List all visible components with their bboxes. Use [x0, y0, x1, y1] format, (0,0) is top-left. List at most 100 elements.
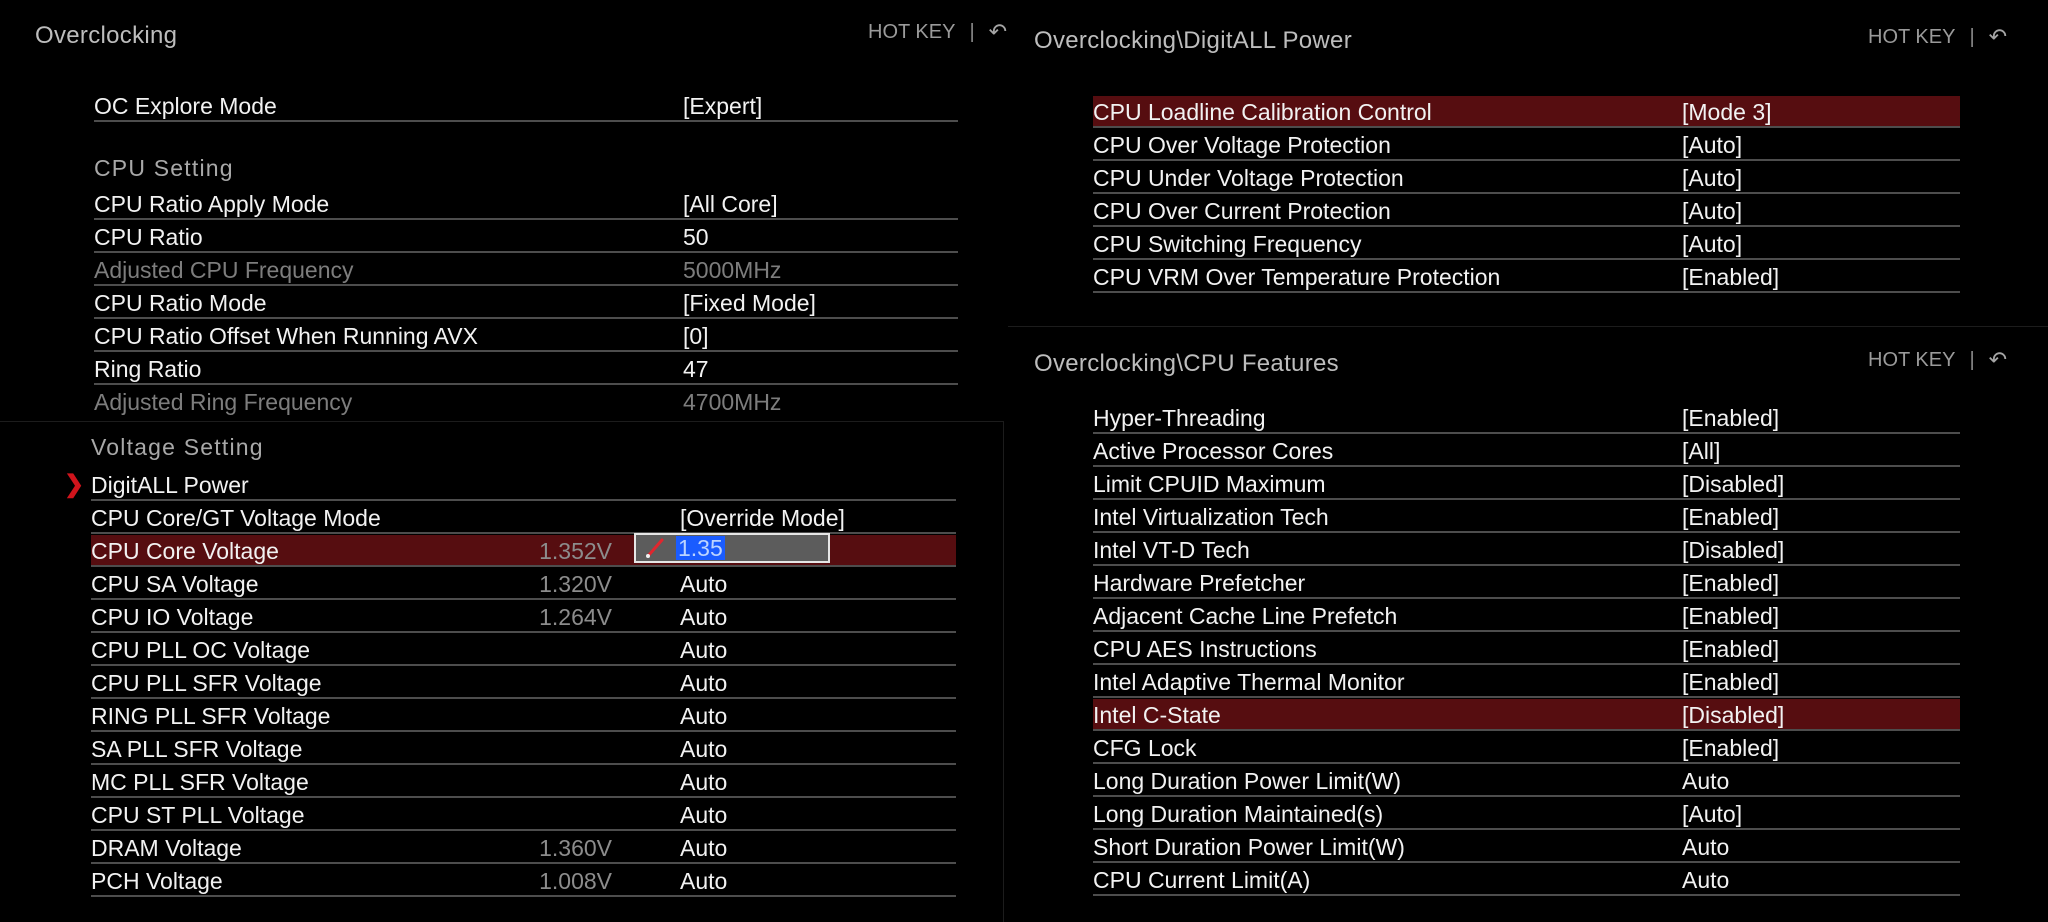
setting-value[interactable]: Auto — [680, 604, 727, 631]
setting-value[interactable]: Auto — [680, 802, 727, 829]
setting-value[interactable]: [Enabled] — [1682, 669, 1779, 696]
setting-row[interactable]: Ring Ratio 47 — [94, 353, 958, 385]
overclocking-panel: Overclocking HOT KEY | ↶ OC Explore Mode… — [0, 0, 1007, 420]
setting-row[interactable]: Long Duration Power Limit(W) Auto — [1093, 765, 1960, 797]
setting-value[interactable]: Auto — [680, 835, 727, 862]
setting-value[interactable]: [Enabled] — [1682, 603, 1779, 630]
setting-value[interactable]: Auto — [680, 637, 727, 664]
setting-row[interactable]: MC PLL SFR Voltage Auto — [91, 766, 956, 798]
setting-row[interactable]: CPU Current Limit(A) Auto — [1093, 864, 1960, 896]
setting-row[interactable]: Intel VT-D Tech [Disabled] — [1093, 534, 1960, 566]
setting-row[interactable]: OC Explore Mode [Expert] — [94, 90, 958, 122]
setting-value[interactable]: [Enabled] — [1682, 636, 1779, 663]
panel-title: Overclocking — [35, 22, 178, 49]
setting-row[interactable]: CPU PLL SFR Voltage Auto — [91, 667, 956, 699]
setting-label: CPU Core/GT Voltage Mode — [91, 505, 381, 531]
voltage-readout: 1.008V — [539, 868, 612, 894]
setting-value: 4700MHz — [683, 389, 782, 415]
setting-value[interactable]: Auto — [680, 670, 727, 697]
setting-row[interactable]: CPU Over Current Protection [Auto] — [1093, 195, 1960, 227]
setting-label: CPU VRM Over Temperature Protection — [1093, 264, 1501, 290]
setting-row[interactable]: Intel C-State [Disabled] — [1093, 699, 1960, 731]
setting-row[interactable]: CPU Switching Frequency [Auto] — [1093, 228, 1960, 260]
setting-value[interactable]: [Fixed Mode] — [683, 290, 816, 317]
voltage-input[interactable]: 1.35 — [634, 533, 830, 563]
setting-value[interactable]: Auto — [680, 703, 727, 730]
back-icon[interactable]: ↶ — [1989, 24, 2007, 50]
setting-row[interactable]: CFG Lock [Enabled] — [1093, 732, 1960, 764]
setting-value[interactable]: Auto — [1682, 834, 1729, 861]
hotkey-button[interactable]: HOT KEY — [1868, 349, 1955, 372]
setting-value[interactable]: [Expert] — [683, 93, 762, 120]
setting-row[interactable]: CPU VRM Over Temperature Protection [Enab… — [1093, 261, 1960, 293]
setting-row[interactable]: CPU SA Voltage 1.320V Auto — [91, 568, 956, 600]
setting-value[interactable]: [All] — [1682, 438, 1720, 465]
setting-value[interactable]: Auto — [680, 736, 727, 763]
setting-row[interactable]: CPU Ratio Mode [Fixed Mode] — [94, 287, 958, 319]
setting-row[interactable]: Adjacent Cache Line Prefetch [Enabled] — [1093, 600, 1960, 632]
setting-row[interactable]: CPU AES Instructions [Enabled] — [1093, 633, 1960, 665]
setting-row[interactable]: CPU PLL OC Voltage Auto — [91, 634, 956, 666]
setting-value[interactable]: [Disabled] — [1682, 471, 1784, 498]
setting-row[interactable]: CPU Core Voltage 1.352V 1.35 — [91, 533, 956, 567]
setting-label: CPU PLL SFR Voltage — [91, 670, 322, 696]
setting-value[interactable]: Auto — [680, 868, 727, 895]
setting-row[interactable]: CPU Core/GT Voltage Mode [Override Mode] — [91, 502, 956, 534]
setting-value[interactable]: Auto — [1682, 867, 1729, 894]
setting-row[interactable]: CPU IO Voltage 1.264V Auto — [91, 601, 956, 633]
setting-row[interactable]: Limit CPUID Maximum [Disabled] — [1093, 468, 1960, 500]
setting-value[interactable]: [Auto] — [1682, 198, 1742, 225]
setting-value[interactable]: [All Core] — [683, 191, 778, 218]
setting-value[interactable]: [Enabled] — [1682, 570, 1779, 597]
setting-value[interactable]: [Disabled] — [1682, 702, 1784, 729]
setting-value: 5000MHz — [683, 257, 782, 283]
setting-value[interactable]: [Override Mode] — [680, 505, 845, 532]
setting-value[interactable]: [Enabled] — [1682, 405, 1779, 432]
setting-row[interactable]: Intel Adaptive Thermal Monitor [Enabled] — [1093, 666, 1960, 698]
hotkey-button[interactable]: HOT KEY — [1868, 26, 1955, 49]
setting-row[interactable]: Hardware Prefetcher [Enabled] — [1093, 567, 1960, 599]
setting-label: CPU Under Voltage Protection — [1093, 165, 1404, 191]
setting-label: CFG Lock — [1093, 735, 1197, 761]
setting-value[interactable]: 50 — [683, 224, 709, 251]
setting-value[interactable]: [Auto] — [1682, 801, 1742, 828]
setting-label: Limit CPUID Maximum — [1093, 471, 1326, 497]
setting-row[interactable]: CPU Under Voltage Protection [Auto] — [1093, 162, 1960, 194]
setting-row[interactable]: DRAM Voltage 1.360V Auto — [91, 832, 956, 864]
setting-row[interactable]: CPU Ratio 50 — [94, 221, 958, 253]
setting-value[interactable]: [Mode 3] — [1682, 99, 1772, 126]
voltage-readout: 1.264V — [539, 604, 612, 630]
setting-row[interactable]: Short Duration Power Limit(W) Auto — [1093, 831, 1960, 863]
setting-row[interactable]: CPU ST PLL Voltage Auto — [91, 799, 956, 831]
setting-label: Hyper-Threading — [1093, 405, 1266, 431]
back-icon[interactable]: ↶ — [989, 19, 1007, 45]
setting-row[interactable]: CPU Over Voltage Protection [Auto] — [1093, 129, 1960, 161]
voltage-input-value[interactable]: 1.35 — [676, 536, 725, 560]
submenu-digitall-power[interactable]: ❯ DigitALL Power — [64, 469, 956, 501]
setting-value[interactable]: [Enabled] — [1682, 264, 1779, 291]
setting-value[interactable]: 47 — [683, 356, 709, 383]
hotkey-separator: | — [1969, 25, 1975, 48]
setting-row[interactable]: CPU Loadline Calibration Control [Mode 3] — [1093, 96, 1960, 128]
setting-value[interactable]: [Enabled] — [1682, 735, 1779, 762]
setting-value[interactable]: [0] — [683, 323, 709, 350]
setting-row[interactable]: RING PLL SFR Voltage Auto — [91, 700, 956, 732]
setting-row[interactable]: CPU Ratio Offset When Running AVX [0] — [94, 320, 958, 352]
setting-value[interactable]: [Enabled] — [1682, 504, 1779, 531]
setting-row[interactable]: Intel Virtualization Tech [Enabled] — [1093, 501, 1960, 533]
setting-row[interactable]: Long Duration Maintained(s) [Auto] — [1093, 798, 1960, 830]
setting-value[interactable]: [Disabled] — [1682, 537, 1784, 564]
hotkey-button[interactable]: HOT KEY — [868, 21, 955, 44]
setting-value[interactable]: Auto — [680, 571, 727, 598]
back-icon[interactable]: ↶ — [1989, 347, 2007, 373]
setting-value[interactable]: Auto — [680, 769, 727, 796]
setting-value[interactable]: [Auto] — [1682, 231, 1742, 258]
setting-row[interactable]: SA PLL SFR Voltage Auto — [91, 733, 956, 765]
setting-value[interactable]: [Auto] — [1682, 132, 1742, 159]
setting-row[interactable]: CPU Ratio Apply Mode [All Core] — [94, 188, 958, 220]
setting-row[interactable]: Active Processor Cores [All] — [1093, 435, 1960, 467]
setting-value[interactable]: [Auto] — [1682, 165, 1742, 192]
setting-row[interactable]: Hyper-Threading [Enabled] — [1093, 402, 1960, 434]
setting-value[interactable]: Auto — [1682, 768, 1729, 795]
setting-row[interactable]: PCH Voltage 1.008V Auto — [91, 865, 956, 897]
